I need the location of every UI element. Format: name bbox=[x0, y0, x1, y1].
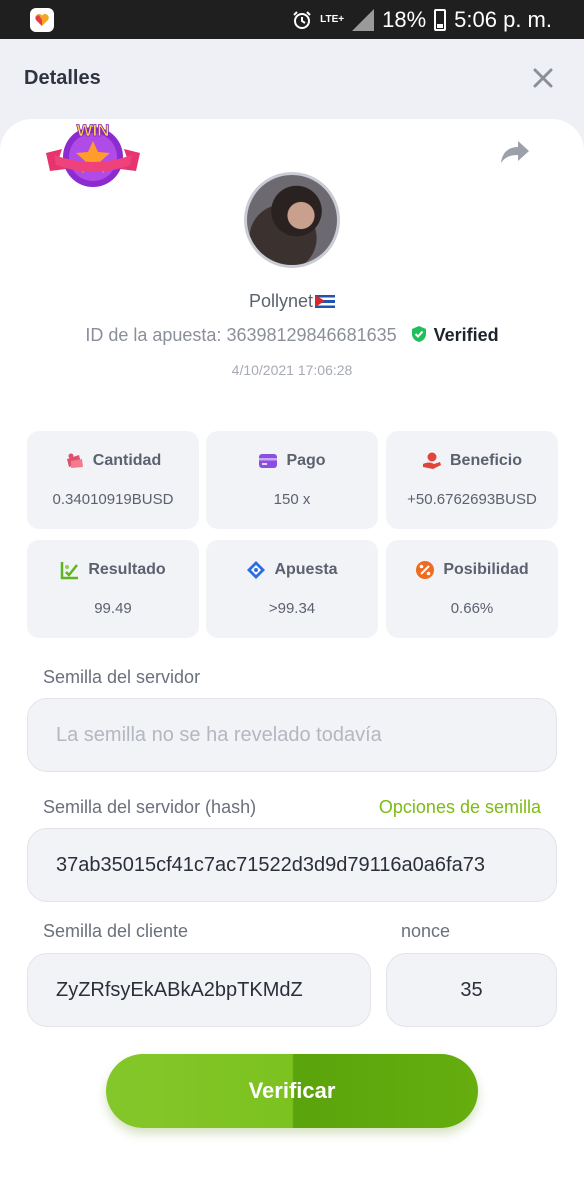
win-badge-label: WIN bbox=[76, 121, 109, 140]
signal-icon bbox=[352, 8, 375, 31]
page-title: Detalles bbox=[24, 67, 101, 89]
alarm-icon bbox=[293, 10, 311, 29]
bet-id-value: 36398129846681635 bbox=[226, 325, 397, 345]
seed-options-link[interactable]: Opciones de semilla bbox=[379, 797, 541, 818]
bet-id-label: ID de la apuesta: bbox=[85, 325, 222, 345]
stat-card-pago: Pago 150 x bbox=[206, 431, 378, 529]
stat-label: Posibilidad bbox=[443, 561, 529, 578]
chart-check-icon bbox=[61, 562, 79, 580]
verify-button[interactable]: Verificar bbox=[106, 1054, 478, 1128]
money-icon bbox=[66, 453, 83, 468]
stat-label: Pago bbox=[286, 452, 326, 469]
stat-card-posibilidad: Posibilidad 0.66% bbox=[386, 540, 558, 638]
target-diamond-icon bbox=[247, 561, 266, 579]
bet-date: 4/10/2021 17:06:28 bbox=[231, 362, 353, 378]
percent-icon bbox=[416, 561, 435, 579]
close-icon[interactable] bbox=[530, 65, 556, 91]
stat-value: +50.6762693BUSD bbox=[407, 491, 537, 508]
stat-value: 0.34010919BUSD bbox=[52, 491, 174, 508]
stat-value: 150 x bbox=[273, 491, 311, 508]
network-type: LTE+ bbox=[320, 13, 345, 25]
bet-id-row: ID de la apuesta: 36398129846681635 Veri… bbox=[0, 325, 584, 346]
battery-percent: 18% bbox=[382, 6, 427, 32]
client-seed-field[interactable]: ZyZRfsyEkABkA2bpTKMdZ bbox=[27, 953, 371, 1027]
stat-card-apuesta: Apuesta >99.34 bbox=[206, 540, 378, 638]
client-seed-label: Semilla del cliente bbox=[43, 921, 189, 941]
stat-label: Resultado bbox=[88, 561, 166, 578]
bet-details-sheet: WIN Pollynet ID de la apuesta: 363981298… bbox=[0, 119, 584, 1200]
verified-label: Verified bbox=[433, 325, 499, 345]
modal-header: Detalles bbox=[0, 39, 584, 119]
stat-value: 99.49 bbox=[94, 600, 132, 617]
stat-label: Beneficio bbox=[449, 452, 522, 469]
stat-card-cantidad: Cantidad 0.34010919BUSD bbox=[27, 431, 199, 529]
card-icon bbox=[259, 454, 278, 468]
stat-value: 0.66% bbox=[450, 600, 494, 617]
server-hash-label: Semilla del servidor (hash) bbox=[43, 797, 257, 817]
app-icon bbox=[30, 8, 54, 32]
stat-card-resultado: Resultado 99.49 bbox=[27, 540, 199, 638]
stat-label: Cantidad bbox=[92, 452, 162, 469]
stat-card-beneficio: Beneficio +50.6762693BUSD bbox=[386, 431, 558, 529]
win-badge-icon: WIN bbox=[46, 121, 140, 187]
status-bar: LTE+ 18% 5:06 p. m. bbox=[0, 0, 584, 39]
avatar bbox=[244, 172, 340, 268]
hand-coin-icon bbox=[422, 452, 441, 469]
clock: 5:06 p. m. bbox=[454, 6, 552, 32]
nonce-field[interactable]: 35 bbox=[386, 953, 557, 1027]
username: Pollynet bbox=[248, 291, 314, 311]
stat-label: Apuesta bbox=[274, 561, 338, 578]
server-seed-field[interactable]: La semilla no se ha revelado todavía bbox=[27, 698, 557, 772]
username-row: Pollynet bbox=[0, 291, 584, 312]
server-hash-field[interactable]: 37ab35015cf41c7ac71522d3d9d79116a0a6fa73 bbox=[27, 828, 557, 902]
battery-icon bbox=[434, 8, 447, 31]
verified-shield-icon bbox=[411, 326, 426, 342]
cuba-flag-icon bbox=[315, 295, 336, 308]
server-seed-label: Semilla del servidor bbox=[43, 667, 201, 687]
nonce-label: nonce bbox=[401, 921, 451, 941]
share-icon[interactable] bbox=[500, 139, 530, 165]
stat-value: >99.34 bbox=[268, 600, 316, 617]
